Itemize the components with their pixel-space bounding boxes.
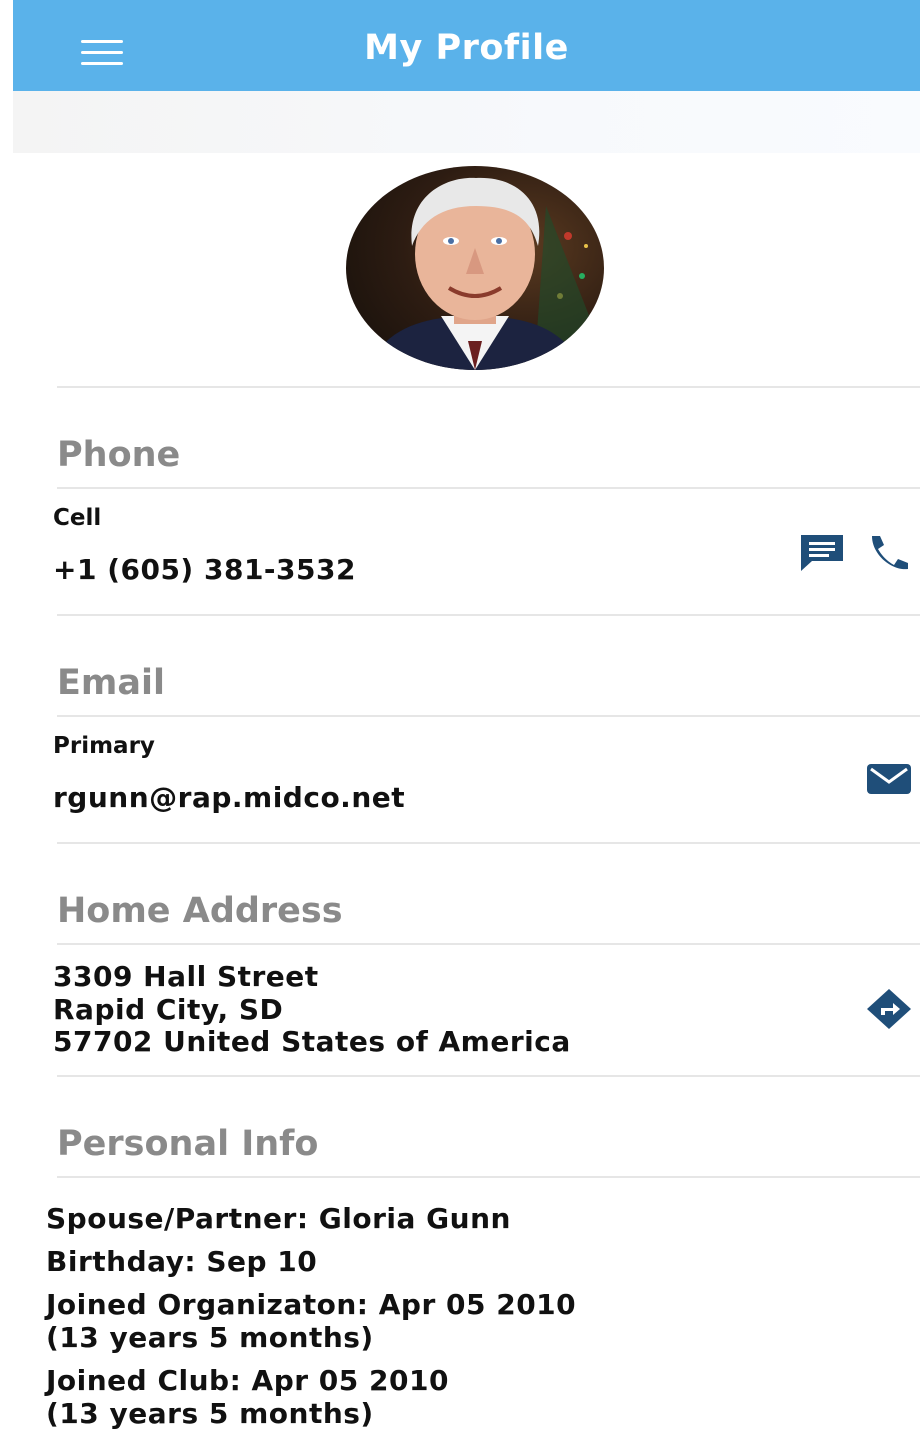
divider [57,1075,920,1077]
avatar [346,166,604,370]
personal-info-section-title: Personal Info [57,1124,319,1164]
page-title: My Profile [364,28,569,68]
email-section-title: Email [57,663,165,703]
address-line-3: 57702 United States of America [53,1025,571,1058]
mail-icon[interactable] [866,763,912,799]
message-icon[interactable] [798,533,846,575]
address-line-2: Rapid City, SD [53,993,284,1026]
phone-number[interactable]: +1 (605) 381-3532 [53,553,356,586]
joined-club-info: Joined Club: Apr 05 2010 [46,1364,449,1397]
divider [57,487,920,489]
profile-photo [346,166,604,370]
app-header: My Profile [13,0,920,91]
divider [57,614,920,616]
divider [57,715,920,717]
subheader-bar [13,91,920,153]
home-address-section-title: Home Address [57,891,343,931]
call-icon[interactable] [866,533,912,575]
joined-organization-info: Joined Organizaton: Apr 05 2010 [46,1288,577,1321]
spouse-info: Spouse/Partner: Gloria Gunn [46,1202,511,1235]
phone-section-title: Phone [57,435,181,475]
divider [57,943,920,945]
divider [57,842,920,844]
email-address[interactable]: rgunn@rap.midco.net [53,781,405,814]
email-type-label: Primary [53,733,155,759]
birthday-info: Birthday: Sep 10 [46,1245,318,1278]
phone-type-label: Cell [53,505,102,531]
address-line-1: 3309 Hall Street [53,960,319,993]
directions-icon[interactable] [866,988,912,1034]
divider [57,1176,920,1178]
divider [57,386,920,388]
joined-organization-duration: (13 years 5 months) [46,1321,374,1354]
joined-club-duration: (13 years 5 months) [46,1397,374,1430]
